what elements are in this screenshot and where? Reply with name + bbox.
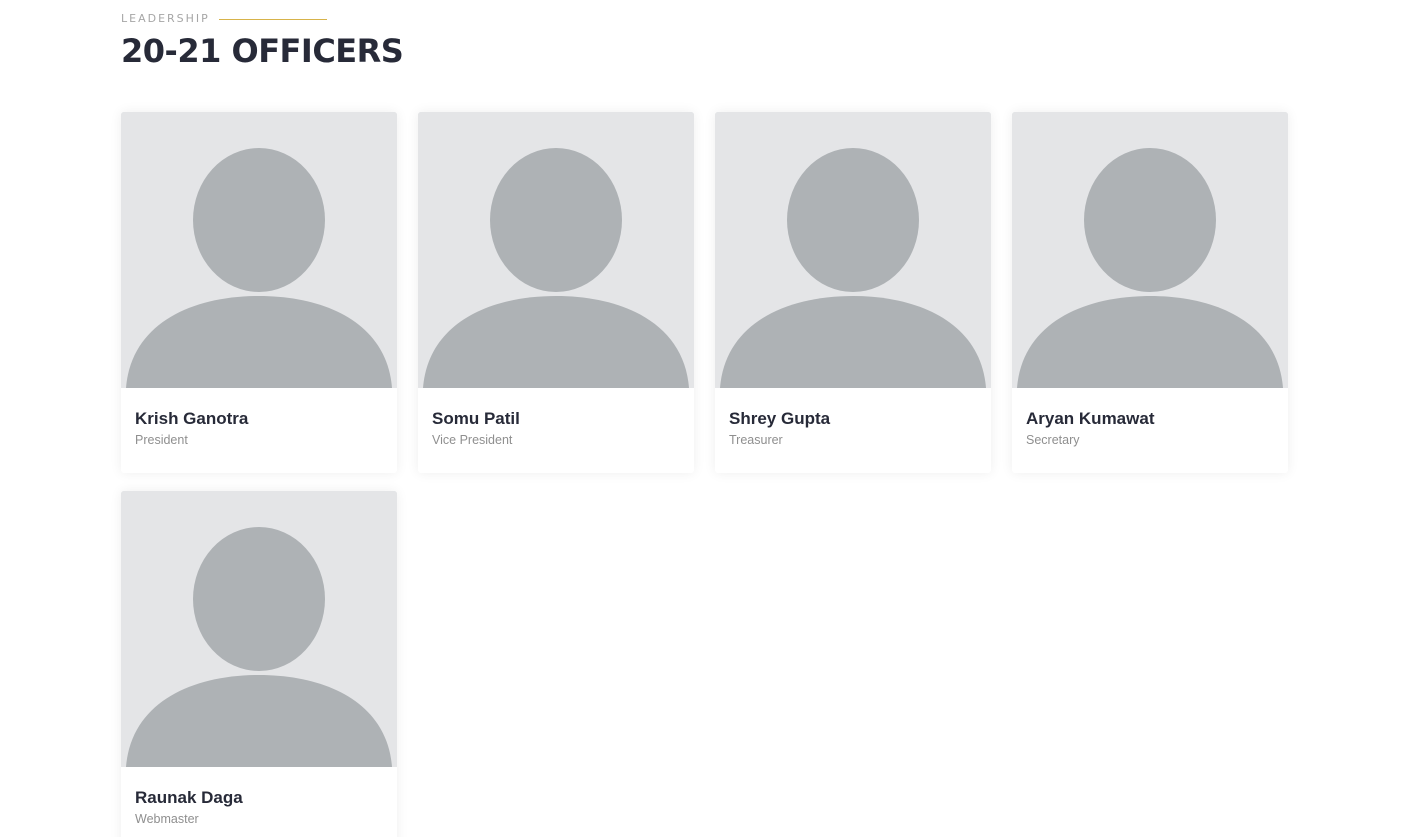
officer-card: Shrey Gupta Treasurer [715, 112, 991, 473]
user-silhouette-icon [715, 112, 991, 388]
officer-name: Krish Ganotra [135, 409, 249, 428]
officer-card: Raunak Daga Webmaster [121, 491, 397, 837]
page-title: 20-21 OFFICERS [121, 32, 404, 70]
officer-name: Shrey Gupta [729, 409, 831, 428]
section-eyebrow: LEADERSHIP [121, 12, 327, 26]
user-silhouette-icon [418, 112, 694, 388]
officer-role: Treasurer [729, 433, 783, 447]
officer-card: Aryan Kumawat Secretary [1012, 112, 1288, 473]
officer-card: Somu Patil Vice President [418, 112, 694, 473]
officer-card: Krish Ganotra President [121, 112, 397, 473]
eyebrow-label: LEADERSHIP [121, 12, 210, 25]
user-silhouette-icon [1012, 112, 1288, 388]
user-silhouette-icon [121, 491, 397, 767]
user-silhouette-icon [121, 112, 397, 388]
officer-role: Webmaster [135, 812, 199, 826]
officer-name: Raunak Daga [135, 788, 243, 807]
eyebrow-accent-line [218, 18, 327, 20]
officers-grid: Krish Ganotra President Somu Patil Vice … [121, 112, 1288, 837]
officer-name: Somu Patil [432, 409, 520, 428]
officer-role: Vice President [432, 433, 513, 447]
officer-role: President [135, 433, 188, 447]
officer-name: Aryan Kumawat [1026, 409, 1155, 428]
officer-role: Secretary [1026, 433, 1080, 447]
officers-section: LEADERSHIP 20-21 OFFICERS Krish Ganotra … [0, 0, 1417, 837]
